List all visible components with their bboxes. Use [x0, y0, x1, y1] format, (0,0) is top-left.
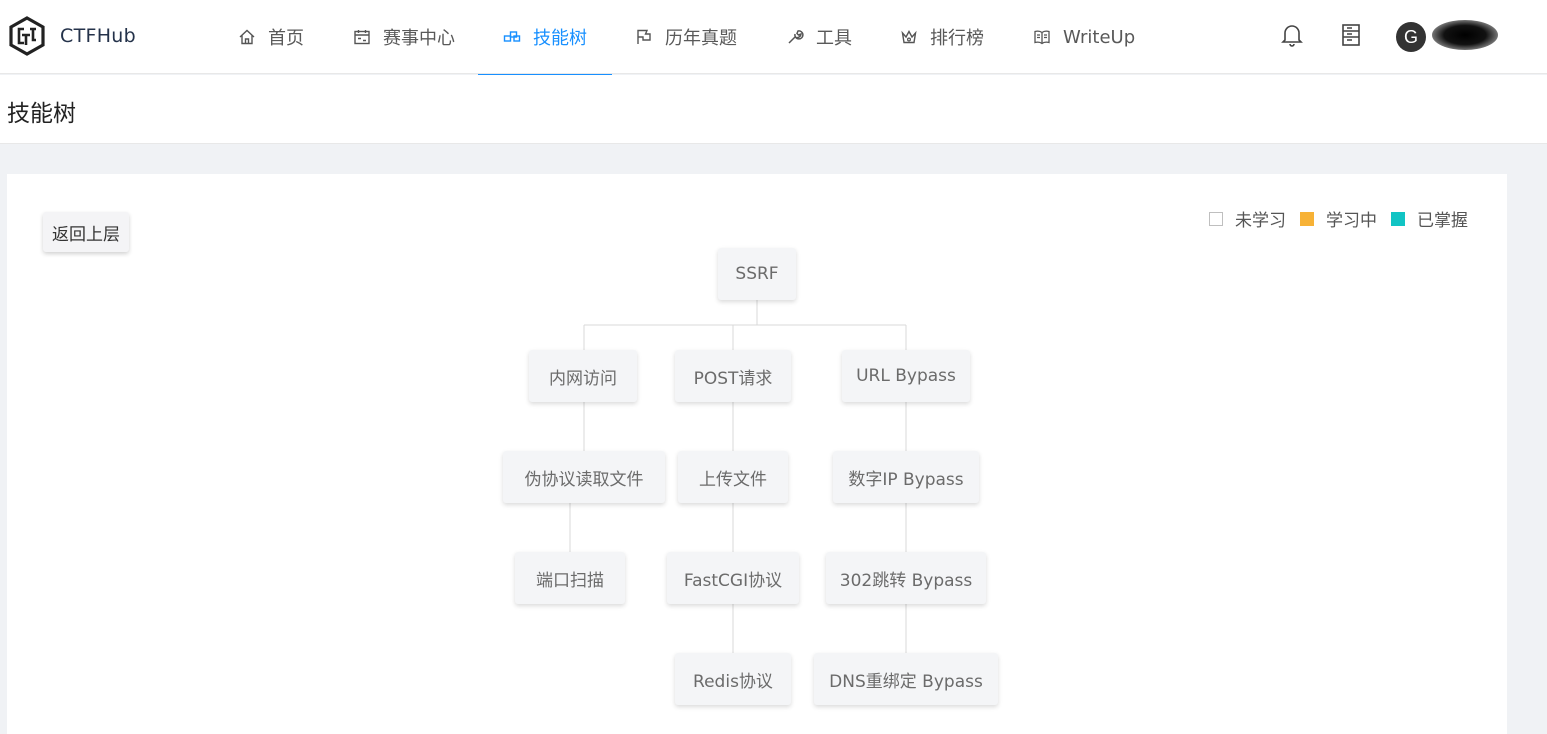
skill-tree-icon	[503, 31, 521, 42]
nav-label: 技能树	[533, 28, 587, 49]
skill-node-post-request[interactable]: POST请求	[675, 350, 791, 402]
brand[interactable]: CTFHub	[8, 16, 136, 56]
wrench-icon	[788, 30, 804, 44]
bell-icon[interactable]	[1281, 23, 1303, 47]
avatar[interactable]: G	[1396, 22, 1426, 52]
nav-item-past-problems[interactable]: 历年真题	[635, 0, 737, 74]
skill-node-ssrf[interactable]: SSRF	[718, 248, 796, 300]
ctfhub-logo-icon	[9, 16, 45, 56]
home-icon	[239, 29, 255, 45]
nav-item-events[interactable]: 赛事中心	[353, 0, 455, 74]
nav-label: 首页	[268, 28, 304, 49]
page-title: 技能树	[7, 101, 76, 127]
skill-node-dns-rebinding-bypass[interactable]: DNS重绑定 Bypass	[814, 653, 998, 705]
calendar-icon	[354, 30, 370, 45]
document-list-icon[interactable]	[1340, 23, 1362, 47]
skill-tree-card: 返回上层 未学习 学习中 已掌握 SSRF 内网访问 POST请求 URL By…	[7, 174, 1507, 734]
nav-label: 排行榜	[930, 28, 984, 49]
flag-icon	[637, 29, 651, 44]
username-redacted[interactable]: user	[1432, 20, 1498, 50]
nav-label: 历年真题	[665, 28, 737, 49]
brand-name: CTFHub	[60, 25, 136, 47]
skill-node-numeric-ip-bypass[interactable]: 数字IP Bypass	[833, 451, 979, 503]
skill-node-intranet-access[interactable]: 内网访问	[529, 350, 637, 402]
nav-item-leaderboard[interactable]: 排行榜	[900, 0, 984, 74]
skill-node-fastcgi-protocol[interactable]: FastCGI协议	[667, 552, 799, 604]
nav-label: 赛事中心	[383, 28, 455, 49]
skill-node-302-redirect-bypass[interactable]: 302跳转 Bypass	[826, 552, 986, 604]
nav-label: WriteUp	[1063, 26, 1136, 48]
top-navigation-bar: CTFHub 首页 赛事中心 技能树 历年真题 工具 排行榜 WriteUp G	[0, 0, 1547, 76]
book-icon	[1034, 30, 1050, 45]
skill-node-redis-protocol[interactable]: Redis协议	[675, 653, 791, 705]
skill-node-port-scan[interactable]: 端口扫描	[515, 552, 625, 604]
skill-node-upload-file[interactable]: 上传文件	[678, 451, 788, 503]
skill-node-url-bypass[interactable]: URL Bypass	[842, 350, 970, 402]
nav-item-writeup[interactable]: WriteUp	[1033, 0, 1135, 74]
nav-label: 工具	[816, 28, 852, 49]
nav-item-skill-tree[interactable]: 技能树	[478, 0, 612, 76]
nav-item-tools[interactable]: 工具	[786, 0, 852, 74]
page-title-bar: 技能树	[0, 75, 1547, 144]
nav-item-home[interactable]: 首页	[238, 0, 304, 74]
crown-icon	[901, 30, 917, 44]
skill-node-pseudo-protocol-file-read[interactable]: 伪协议读取文件	[503, 451, 665, 503]
